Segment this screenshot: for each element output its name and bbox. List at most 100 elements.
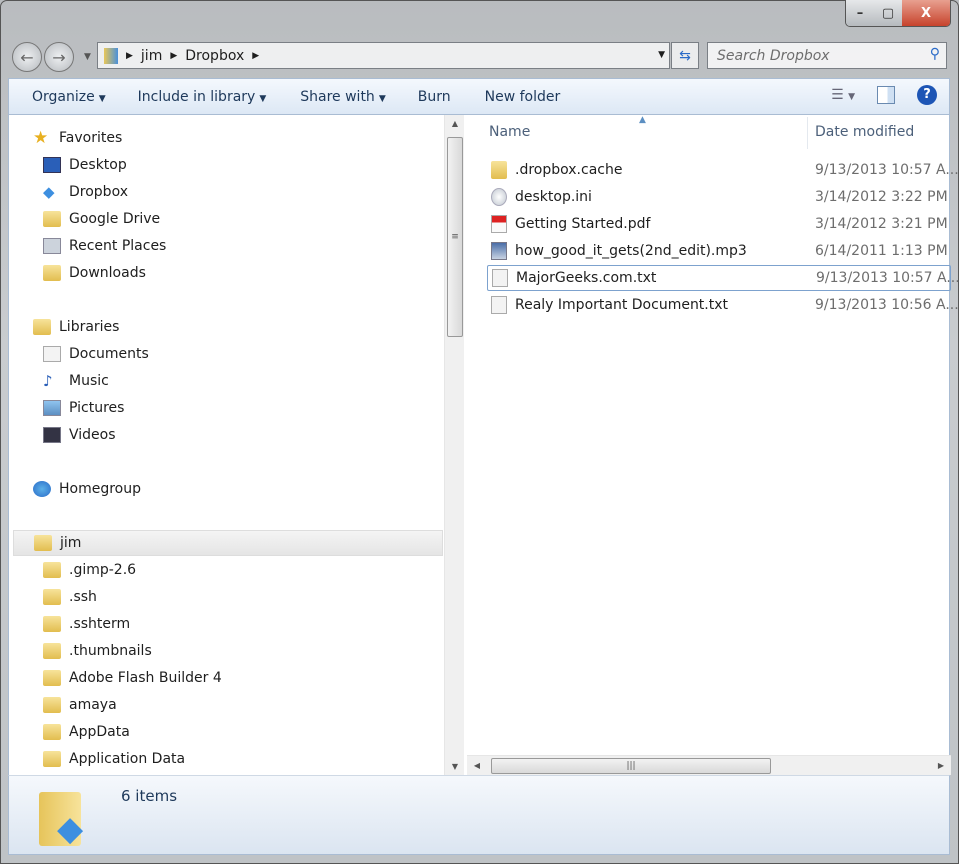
music-icon: ♪ — [43, 372, 53, 390]
forward-button[interactable]: → — [44, 42, 74, 72]
settings-file-icon — [491, 188, 507, 206]
scroll-left-arrow-icon[interactable]: ◀ — [467, 761, 487, 770]
user-folder-icon — [34, 535, 52, 551]
downloads-folder-icon — [43, 265, 61, 281]
folder-icon — [43, 643, 61, 659]
pdf-icon — [491, 215, 507, 233]
scroll-right-arrow-icon[interactable]: ▶ — [931, 761, 951, 770]
organize-button[interactable]: Organize ▼ — [21, 89, 117, 105]
recent-pages-dropdown[interactable]: ▼ — [84, 52, 91, 62]
nav-documents[interactable]: Documents — [43, 341, 149, 367]
minimize-button[interactable]: – — [846, 0, 874, 26]
column-header-name[interactable]: Name — [489, 115, 530, 149]
breadcrumb-arrow-icon[interactable]: ▶ — [126, 51, 133, 61]
folder-icon — [43, 724, 61, 740]
nav-folder[interactable]: .gimp-2.6 — [43, 557, 136, 583]
file-row[interactable]: Getting Started.pdf 3/14/2012 3:21 PM — [487, 211, 951, 237]
explorer-body: ★ Favorites Desktop ◆ Dropbox Google Drive… — [8, 115, 959, 775]
nav-dropbox[interactable]: ◆ Dropbox — [43, 179, 128, 205]
star-icon: ★ — [33, 128, 49, 148]
folder-icon — [43, 562, 61, 578]
nav-user-jim[interactable]: jim — [13, 530, 443, 556]
nav-folder[interactable]: .ssh — [43, 584, 97, 610]
view-options-icon[interactable]: ☰ ▼ — [831, 87, 855, 103]
close-button[interactable]: X — [902, 0, 950, 26]
nav-downloads[interactable]: Downloads — [43, 260, 146, 286]
audio-file-icon — [491, 242, 507, 260]
nav-folder-shortcut[interactable]: Application Data — [43, 746, 185, 772]
navigation-buttons: ← → — [12, 42, 74, 72]
nav-pictures[interactable]: Pictures — [43, 395, 124, 421]
file-list: ▲ Name Date modified .dropbox.cache 9/13/… — [467, 115, 959, 775]
address-bar[interactable]: ▶ jim ▶ Dropbox ▶ ▼ — [97, 42, 670, 69]
scrollbar-thumb[interactable]: ≡ — [447, 137, 463, 337]
scroll-up-arrow-icon[interactable]: ▲ — [445, 119, 464, 128]
text-file-icon — [491, 296, 507, 314]
text-file-icon — [492, 269, 508, 287]
homegroup-icon — [33, 481, 51, 497]
folder-icon — [43, 616, 61, 632]
file-row-focused[interactable]: MajorGeeks.com.txt 9/13/2013 10:57 A... — [487, 265, 959, 291]
scrollbar-thumb[interactable]: ||| — [491, 758, 771, 774]
folder-icon — [43, 589, 61, 605]
libraries-icon — [33, 319, 51, 335]
recent-places-icon — [43, 238, 61, 254]
maximize-button[interactable]: ▢ — [874, 0, 902, 26]
item-count: 6 items — [121, 787, 178, 805]
folder-shortcut-icon — [43, 751, 61, 767]
folder-icon — [43, 670, 61, 686]
window-controls: – ▢ X — [845, 0, 951, 27]
new-folder-button[interactable]: New folder — [474, 89, 572, 105]
videos-icon — [43, 427, 61, 443]
nav-folder[interactable]: .thumbnails — [43, 638, 152, 664]
command-bar: Organize ▼ Include in library ▼ Share with… — [8, 78, 950, 115]
include-in-library-button[interactable]: Include in library ▼ — [127, 89, 278, 105]
horizontal-scrollbar[interactable]: ◀ ||| ▶ — [467, 755, 951, 775]
google-drive-icon — [43, 211, 61, 227]
dropbox-folder-large-icon: ◆ — [39, 786, 99, 848]
file-row[interactable]: Realy Important Document.txt 9/13/2013 10… — [487, 292, 959, 318]
nav-videos[interactable]: Videos — [43, 422, 116, 448]
dropbox-icon: ◆ — [43, 183, 55, 201]
folder-icon — [43, 697, 61, 713]
refresh-button[interactable]: ⇆ — [671, 42, 699, 69]
nav-folder[interactable]: AppData — [43, 719, 130, 745]
column-header-date-modified[interactable]: Date modified — [815, 115, 914, 149]
nav-folder[interactable]: amaya — [43, 692, 117, 718]
help-icon[interactable]: ? — [917, 85, 937, 105]
file-row[interactable]: desktop.ini 3/14/2012 3:22 PM — [487, 184, 951, 210]
pictures-icon — [43, 400, 61, 416]
desktop-icon — [43, 157, 61, 173]
preview-pane-icon[interactable] — [877, 86, 895, 104]
share-with-button[interactable]: Share with ▼ — [289, 89, 396, 105]
file-row[interactable]: how_good_it_gets(2nd_edit).mp3 6/14/2011 … — [487, 238, 951, 264]
nav-google-drive[interactable]: Google Drive — [43, 206, 160, 232]
file-row[interactable]: .dropbox.cache 9/13/2013 10:57 A... — [487, 157, 959, 183]
address-dropdown-icon[interactable]: ▼ — [658, 50, 665, 60]
column-divider[interactable] — [807, 117, 808, 149]
documents-icon — [43, 346, 61, 362]
nav-homegroup[interactable]: Homegroup — [33, 476, 141, 502]
breadcrumb-dropbox[interactable]: Dropbox — [185, 48, 244, 64]
scroll-down-arrow-icon[interactable]: ▼ — [445, 762, 464, 771]
search-placeholder: Search Dropbox — [717, 47, 830, 64]
nav-libraries[interactable]: Libraries — [33, 314, 119, 340]
search-input[interactable]: Search Dropbox ⚲ — [707, 42, 947, 69]
breadcrumb-arrow-icon[interactable]: ▶ — [252, 51, 259, 61]
back-button[interactable]: ← — [12, 42, 42, 72]
nav-vertical-scrollbar[interactable]: ▲ ≡ ▼ — [444, 115, 464, 775]
nav-recent-places[interactable]: Recent Places — [43, 233, 166, 259]
nav-music[interactable]: ♪ Music — [43, 368, 109, 394]
nav-desktop[interactable]: Desktop — [43, 152, 127, 178]
burn-button[interactable]: Burn — [407, 89, 462, 105]
breadcrumb-jim[interactable]: jim — [141, 48, 162, 64]
nav-folder[interactable]: .sshterm — [43, 611, 130, 637]
folder-icon — [491, 161, 507, 179]
details-pane: ◆ 6 items — [8, 775, 950, 855]
breadcrumb-arrow-icon[interactable]: ▶ — [170, 51, 177, 61]
dropbox-folder-icon — [104, 47, 118, 64]
navigation-pane: ★ Favorites Desktop ◆ Dropbox Google Drive… — [9, 115, 464, 775]
nav-folder[interactable]: Adobe Flash Builder 4 — [43, 665, 222, 691]
nav-favorites[interactable]: ★ Favorites — [33, 125, 122, 151]
search-icon[interactable]: ⚲ — [930, 46, 940, 62]
